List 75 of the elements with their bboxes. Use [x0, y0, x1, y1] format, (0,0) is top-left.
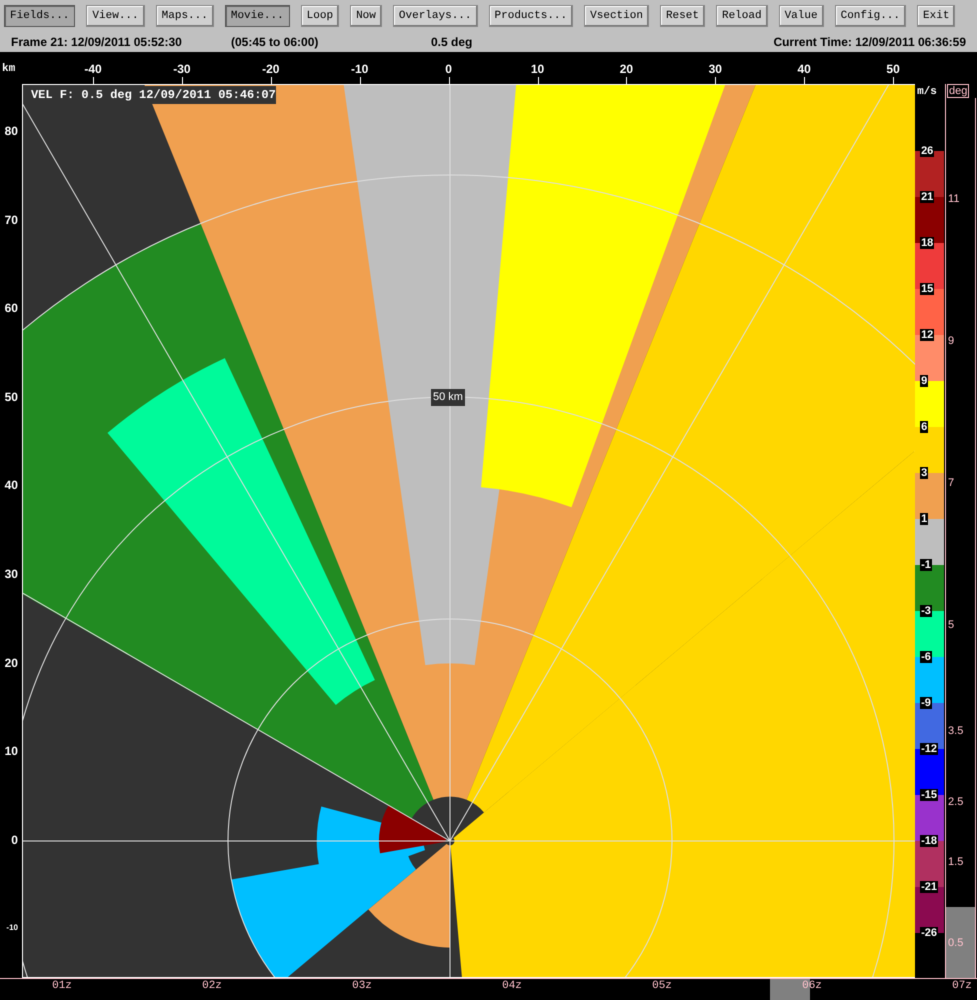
- scale-value-label: 26: [920, 145, 934, 157]
- toolbar-button[interactable]: Movie...: [224, 5, 290, 27]
- time-tick-label: 03z: [352, 980, 372, 992]
- toolbar-button[interactable]: Overlays...: [392, 5, 478, 27]
- axis-tick-label: 20: [620, 61, 634, 78]
- axis-tick-label: 60: [4, 300, 18, 318]
- unit-label: m/s: [917, 85, 937, 100]
- elevation-tick-label[interactable]: 3.5: [948, 725, 964, 737]
- scale-value-label: -9: [920, 697, 932, 709]
- axis-tick-label: 20: [4, 654, 18, 672]
- scale-value-label: -12: [920, 743, 938, 755]
- axis-tick-label: 40: [4, 477, 18, 494]
- axis-tick-label: 30: [4, 566, 18, 583]
- toolbar-button[interactable]: Fields...: [4, 5, 76, 27]
- scale-value-label: -1: [920, 559, 932, 571]
- time-tick-label: 01z: [52, 980, 72, 992]
- scale-value-label: -18: [920, 835, 938, 847]
- toolbar-button[interactable]: Vsection: [584, 5, 649, 27]
- toolbar-button[interactable]: Now: [350, 5, 382, 27]
- axis-tick-label: 30: [708, 61, 722, 78]
- elevation-tick-label[interactable]: 2.5: [948, 796, 964, 808]
- toolbar-button[interactable]: Products...: [488, 5, 574, 27]
- axis-tick-label: -20: [262, 61, 280, 78]
- scale-value-label: -3: [920, 605, 932, 617]
- toolbar-button[interactable]: Value: [778, 5, 824, 27]
- time-tick-label: 05z: [652, 980, 672, 992]
- toolbar-button[interactable]: View...: [86, 5, 145, 27]
- toolbar-button[interactable]: Reset: [660, 5, 705, 27]
- time-tick-label: 06z: [802, 980, 822, 992]
- scale-value-label: -26: [920, 927, 938, 939]
- overlay-title: VEL F: 0.5 deg 12/09/2011 05:46:07: [30, 86, 276, 104]
- range-ring-label: 50 km: [430, 389, 465, 406]
- scale-value-label: 12: [920, 329, 934, 341]
- axis-tick-label: 0: [445, 61, 452, 78]
- scale-value-label: 15: [920, 283, 934, 295]
- time-tick-label: 02z: [202, 980, 222, 992]
- unit-label: km: [2, 62, 16, 77]
- elevation-tick-label[interactable]: 1.5: [948, 856, 964, 868]
- axis-tick-label: 40: [798, 61, 811, 78]
- time-tick-label: 04z: [502, 980, 522, 992]
- current-time-label: Current Time: 12/09/2011 06:36:59: [773, 34, 966, 51]
- toolbar-button[interactable]: Exit: [917, 5, 956, 27]
- axis-tick-label: -10: [351, 61, 368, 78]
- axis-tick-label: 10: [530, 61, 544, 78]
- scale-value-label: 9: [920, 375, 928, 387]
- axis-tick-label: 10: [4, 743, 18, 760]
- elevation-tick-label[interactable]: 11: [948, 193, 960, 205]
- scale-value-label: 6: [920, 421, 928, 433]
- axis-tick-label: -40: [84, 61, 102, 78]
- axis-tick-label: 80: [4, 123, 18, 140]
- elevation-tick-label[interactable]: 5: [948, 619, 954, 631]
- axis-tick-label: 0: [11, 832, 18, 849]
- elevation-tick-label[interactable]: 9: [948, 335, 954, 347]
- elevation-label: 0.5 deg: [431, 34, 472, 51]
- elevation-tick-label[interactable]: 7: [948, 477, 954, 489]
- toolbar-button[interactable]: Maps...: [156, 5, 214, 27]
- time-tick-label: 07z: [952, 980, 972, 992]
- axis-tick-label: 50: [4, 388, 18, 406]
- scale-value-label: 3: [920, 467, 928, 479]
- axis-tick-label: 70: [4, 212, 18, 229]
- toolbar-button[interactable]: Loop: [300, 5, 340, 27]
- scale-value-label: 21: [920, 191, 934, 203]
- toolbar-button[interactable]: Reload: [716, 5, 768, 27]
- frame-label: Frame 21: 12/09/2011 05:52:30: [11, 34, 183, 51]
- toolbar-button[interactable]: Config...: [834, 5, 906, 27]
- axis-tick-label: 50: [886, 61, 900, 78]
- unit-label: deg: [947, 84, 970, 98]
- scale-value-label: 1: [920, 513, 928, 525]
- time-range-label: (05:45 to 06:00): [231, 34, 320, 51]
- axis-tick-label: -30: [173, 61, 191, 78]
- axis-tick-label: -10: [6, 922, 18, 934]
- scale-value-label: 18: [920, 237, 934, 249]
- scale-value-label: -15: [920, 789, 938, 801]
- scale-value-label: -6: [920, 651, 932, 663]
- scale-value-label: -21: [920, 881, 938, 893]
